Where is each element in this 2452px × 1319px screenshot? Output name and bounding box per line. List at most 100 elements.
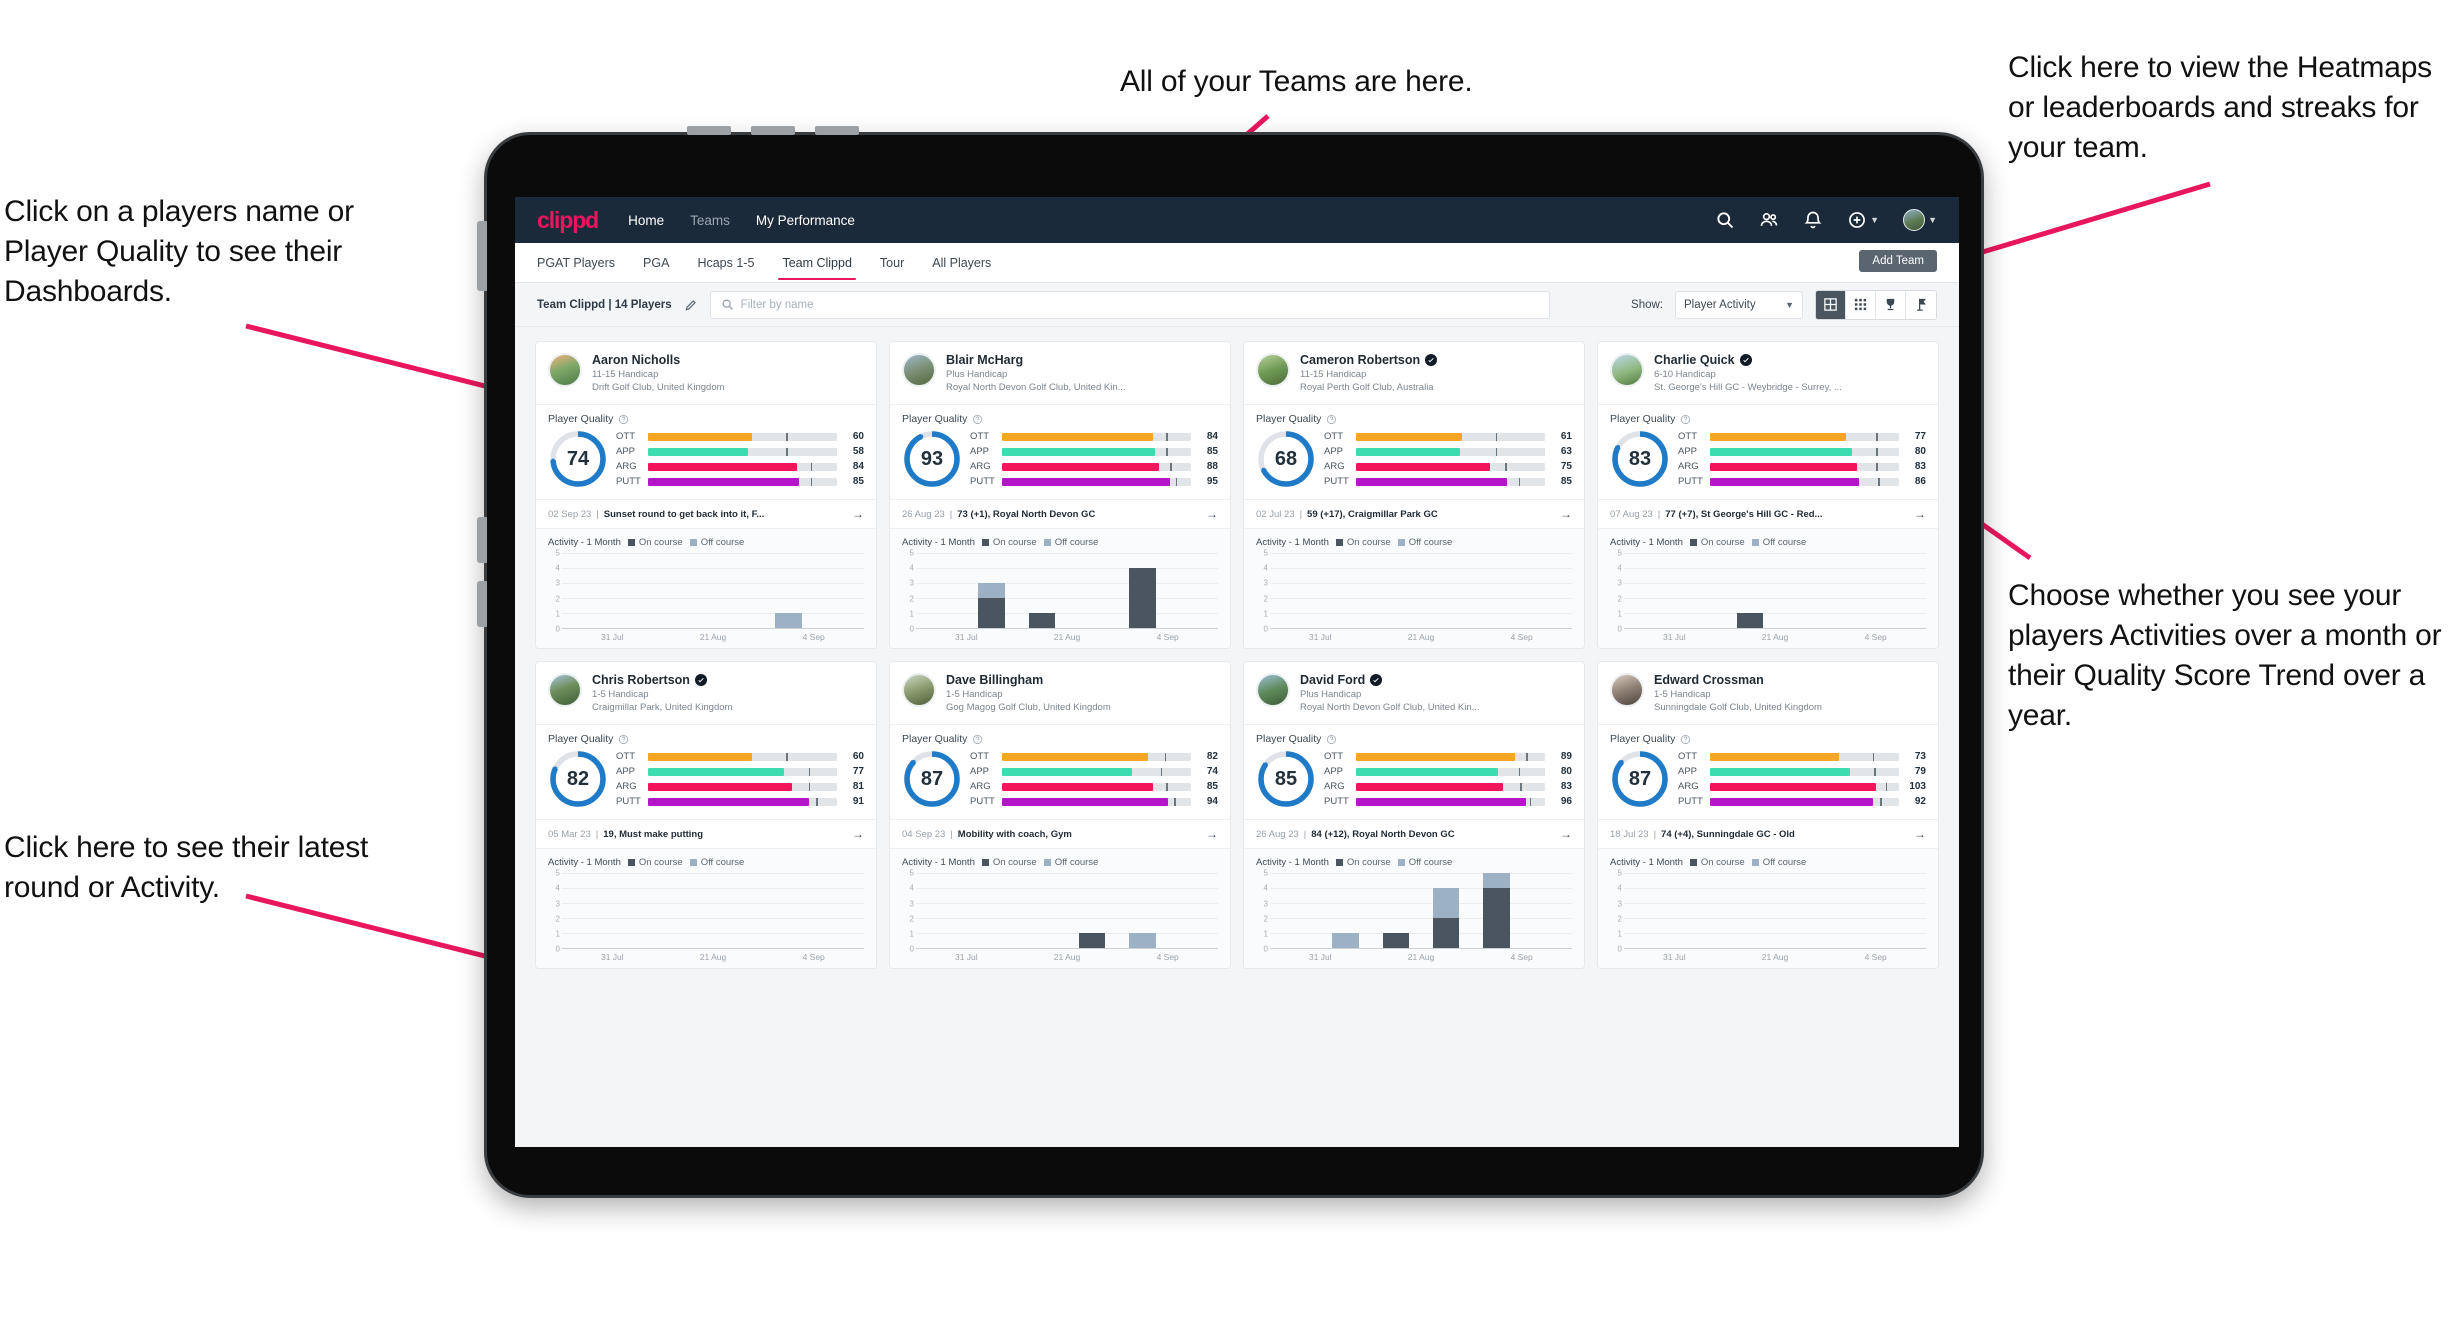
player-card[interactable]: Edward Crossman 1-5 Handicap Sunningdale G… (1597, 661, 1939, 970)
bell-icon[interactable] (1803, 210, 1823, 230)
player-card[interactable]: Chris Robertson 1-5 Handicap Craigmillar P… (535, 661, 877, 970)
help-icon[interactable] (1680, 734, 1691, 745)
y-axis: 0 1 2 3 4 5 (1610, 869, 1624, 954)
plus-circle-menu[interactable]: ▼ (1847, 210, 1879, 230)
player-card-header[interactable]: Aaron Nicholls 11-15 Handicap Drift Golf C… (536, 342, 876, 404)
latest-round-row[interactable]: 07 Aug 23 | 77 (+7), St George's Hill GC -… (1598, 499, 1938, 528)
search-input[interactable] (740, 298, 1539, 311)
player-card-header[interactable]: David Ford Plus Handicap Royal North Devon… (1244, 662, 1584, 724)
player-card[interactable]: Charlie Quick 6-10 Handicap St. George's H… (1597, 341, 1939, 650)
player-card[interactable]: Blair McHarg Plus Handicap Royal North Dev… (889, 341, 1231, 650)
tab-pga[interactable]: PGA (643, 246, 669, 279)
player-quality-section[interactable]: Player Quality 87 OTT 73 APP 79 ARG 103 PUTT 92 (1598, 724, 1938, 819)
metric-label: PUTT (616, 796, 641, 808)
player-quality-section[interactable]: Player Quality 83 OTT 77 APP 80 ARG 83 PUTT 86 (1598, 404, 1938, 499)
help-icon[interactable] (1326, 414, 1337, 425)
y-tick-label: 3 (1263, 578, 1268, 588)
latest-round-row[interactable]: 02 Jul 23 | 59 (+17), Craigmillar Park GC → (1244, 499, 1584, 528)
player-card-header[interactable]: Blair McHarg Plus Handicap Royal North Dev… (890, 342, 1230, 404)
tab-tour[interactable]: Tour (880, 246, 904, 279)
player-card-header[interactable]: Edward Crossman 1-5 Handicap Sunningdale G… (1598, 662, 1938, 724)
x-tick-label: 4 Sep (1864, 632, 1887, 643)
player-quality-section[interactable]: Player Quality 93 OTT 84 APP 85 ARG 88 PUTT 95 (890, 404, 1230, 499)
player-name[interactable]: Charlie Quick (1654, 353, 1926, 367)
search-icon[interactable] (1715, 210, 1735, 230)
pencil-icon[interactable] (684, 298, 698, 312)
y-tick-label: 4 (555, 883, 560, 893)
y-tick-label: 1 (909, 609, 914, 619)
player-card-header[interactable]: Charlie Quick 6-10 Handicap St. George's H… (1598, 342, 1938, 404)
player-handicap: 11-15 Handicap (592, 369, 659, 381)
player-card-header[interactable]: Cameron Robertson 11-15 Handicap Royal Per… (1244, 342, 1584, 404)
metric-label: OTT (616, 431, 635, 443)
clippd-logo[interactable]: clippd (537, 207, 599, 234)
latest-round-date: 04 Sep 23 (902, 828, 946, 840)
player-name[interactable]: Aaron Nicholls (592, 353, 864, 367)
tab-all-players[interactable]: All Players (932, 246, 991, 279)
flag-view-icon[interactable] (1906, 290, 1936, 319)
x-tick-label: 4 Sep (1510, 632, 1533, 643)
player-card[interactable]: Aaron Nicholls 11-15 Handicap Drift Golf C… (535, 341, 877, 650)
grid-view-icon[interactable] (1816, 290, 1846, 319)
people-icon[interactable] (1759, 210, 1779, 230)
help-icon[interactable] (1680, 414, 1691, 425)
trophy-view-icon[interactable] (1876, 290, 1906, 319)
player-card[interactable]: Cameron Robertson 11-15 Handicap Royal Per… (1243, 341, 1585, 650)
player-card[interactable]: David Ford Plus Handicap Royal North Devon… (1243, 661, 1585, 970)
help-icon[interactable] (618, 734, 629, 745)
help-icon[interactable] (972, 414, 983, 425)
player-card[interactable]: Dave Billingham 1-5 Handicap Gog Magog Gol… (889, 661, 1231, 970)
player-quality-section[interactable]: Player Quality 82 OTT 60 APP 77 ARG 81 PUTT 91 (536, 724, 876, 819)
help-icon[interactable] (972, 734, 983, 745)
arrow-right-icon[interactable]: → (852, 507, 864, 521)
arrow-right-icon[interactable]: → (852, 827, 864, 841)
nav-link-home[interactable]: Home (628, 213, 664, 228)
account-menu[interactable]: ▼ (1903, 209, 1937, 231)
player-quality-section[interactable]: Player Quality 87 OTT 82 APP 74 ARG 85 PUTT 94 (890, 724, 1230, 819)
latest-round-row[interactable]: 05 Mar 23 | 19, Must make putting → (536, 819, 876, 848)
bar-slot (1168, 873, 1218, 948)
latest-round-row[interactable]: 26 Aug 23 | 73 (+1), Royal North Devon GC → (890, 499, 1230, 528)
player-quality-section[interactable]: Player Quality 85 OTT 89 APP 80 ARG 83 PUTT 96 (1244, 724, 1584, 819)
latest-round-row[interactable]: 26 Aug 23 | 84 (+12), Royal North Devon GC… (1244, 819, 1584, 848)
y-tick-label: 0 (1617, 944, 1622, 954)
player-quality-section[interactable]: Player Quality 74 OTT 60 APP 58 ARG 84 PUTT 85 (536, 404, 876, 499)
latest-round-row[interactable]: 04 Sep 23 | Mobility with coach, Gym → (890, 819, 1230, 848)
tab-team-clippd[interactable]: Team Clippd (778, 246, 857, 280)
arrow-right-icon[interactable]: → (1914, 507, 1926, 521)
latest-round-row[interactable]: 18 Jul 23 | 74 (+4), Sunningdale GC - Old → (1598, 819, 1938, 848)
x-tick-label: 31 Jul (1662, 632, 1686, 643)
player-card-header[interactable]: Dave Billingham 1-5 Handicap Gog Magog Gol… (890, 662, 1230, 724)
show-select[interactable]: Player Activity ▼ (1675, 290, 1803, 319)
player-name[interactable]: Cameron Robertson (1300, 353, 1572, 367)
metric-label: OTT (1324, 751, 1343, 763)
arrow-right-icon[interactable]: → (1560, 507, 1572, 521)
y-tick-label: 4 (1263, 563, 1268, 573)
search-field-wrapper[interactable] (709, 290, 1550, 319)
player-name[interactable]: Chris Robertson (592, 673, 864, 687)
player-quality-section[interactable]: Player Quality 68 OTT 61 APP 63 ARG 75 PUTT 85 (1244, 404, 1584, 499)
player-card-header[interactable]: Chris Robertson 1-5 Handicap Craigmillar P… (536, 662, 876, 724)
metric-row: PUTT 94 (970, 795, 1218, 808)
legend-on-course: On course (1689, 857, 1745, 868)
player-name[interactable]: Dave Billingham (946, 673, 1218, 687)
arrow-right-icon[interactable]: → (1206, 507, 1218, 521)
arrow-right-icon[interactable]: → (1914, 827, 1926, 841)
nav-link-my-performance[interactable]: My Performance (756, 213, 855, 228)
x-tick-label: 21 Aug (1407, 952, 1435, 963)
tab-hcaps-1-5[interactable]: Hcaps 1-5 (697, 246, 754, 279)
nav-link-teams[interactable]: Teams (690, 213, 730, 228)
player-name[interactable]: Blair McHarg (946, 353, 1218, 367)
player-name[interactable]: Edward Crossman (1654, 673, 1926, 687)
help-icon[interactable] (618, 414, 629, 425)
table-view-icon[interactable] (1846, 290, 1876, 319)
help-icon[interactable] (1326, 734, 1337, 745)
arrow-right-icon[interactable]: → (1560, 827, 1572, 841)
arrow-right-icon[interactable]: → (1206, 827, 1218, 841)
add-team-button[interactable]: Add Team (1859, 250, 1937, 272)
metric-value: 83 (1914, 461, 1926, 473)
player-name[interactable]: David Ford (1300, 673, 1572, 687)
activity-bar (1332, 933, 1359, 949)
latest-round-row[interactable]: 02 Sep 23 | Sunset round to get back into … (536, 499, 876, 528)
tab-pgat-players[interactable]: PGAT Players (537, 246, 615, 279)
